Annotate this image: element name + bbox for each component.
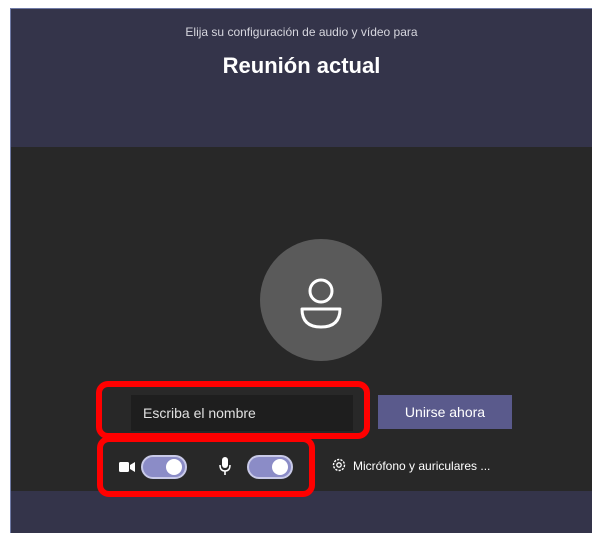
join-now-button[interactable]: Unirse ahora [378, 395, 512, 429]
screenshot-frame: Elija su configuración de audio y vídeo … [0, 0, 600, 533]
bottom-bar [11, 491, 592, 533]
prejoin-subtitle: Elija su configuración de audio y vídeo … [185, 25, 418, 39]
toggles-highlight [97, 436, 315, 497]
person-icon [300, 278, 342, 329]
meeting-title: Reunión actual [222, 53, 381, 78]
name-input-highlight [96, 381, 370, 439]
gear-icon [331, 457, 347, 476]
avatar [260, 239, 382, 361]
device-settings-label: Micrófono y auriculares ... [353, 459, 491, 473]
